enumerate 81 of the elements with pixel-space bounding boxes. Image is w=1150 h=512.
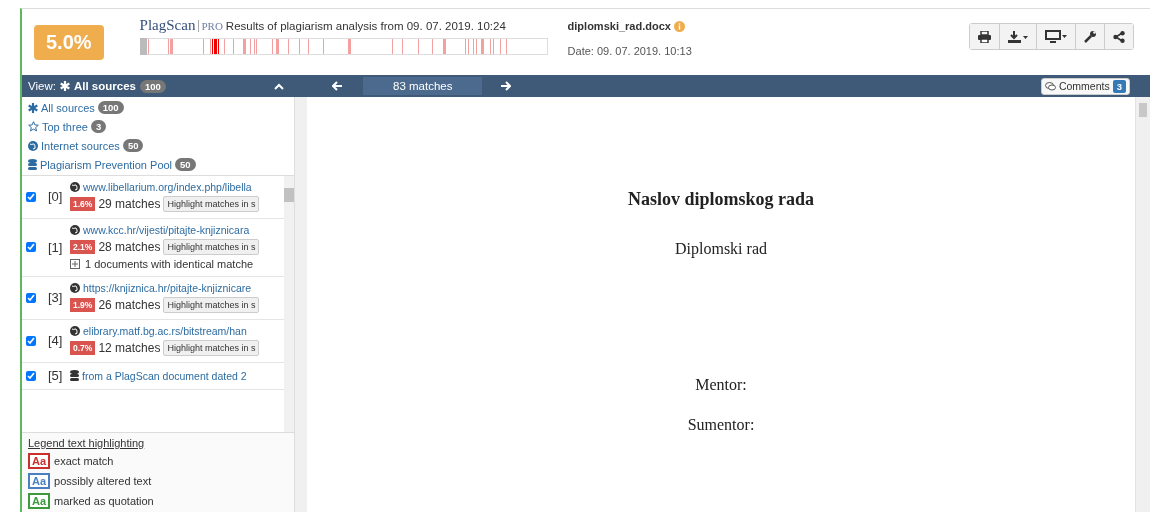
scrollbar[interactable] — [1135, 97, 1150, 512]
speech-bubbles-icon — [1044, 81, 1056, 91]
edition-label: PRO — [198, 20, 223, 32]
upload-date: Date: 09. 07. 2019. 10:13 — [567, 45, 692, 57]
source-link[interactable]: from a PlagScan document dated 2 — [82, 369, 247, 382]
source-checkbox[interactable] — [26, 292, 36, 303]
match-count: 26 matches — [98, 298, 161, 312]
database-icon — [70, 370, 79, 381]
source-checkbox[interactable] — [26, 370, 36, 381]
match-percentage: 1.6% — [70, 197, 96, 211]
globe-icon — [70, 326, 80, 336]
source-checkbox[interactable] — [26, 191, 36, 202]
match-percentage: 1.9% — [70, 298, 96, 312]
comments-button[interactable]: Comments 3 — [1040, 77, 1130, 95]
filter-count: 100 — [97, 101, 124, 114]
identical-documents[interactable]: 1 documents with identical matche — [85, 258, 254, 270]
source-index: [4] — [48, 333, 64, 348]
document-line: Sumentor: — [687, 416, 755, 434]
match-percentage: 0.7% — [70, 341, 96, 355]
source-index: [1] — [48, 239, 64, 255]
view-label: View: — [28, 80, 56, 92]
highlight-button[interactable]: Highlight matches in s — [163, 340, 260, 356]
match-percentage: 2.1% — [70, 240, 96, 254]
filter-count: 50 — [175, 158, 196, 171]
source-checkbox[interactable] — [26, 242, 36, 252]
source-filter[interactable]: Top three — [42, 120, 88, 133]
analysis-title: Results of plagiarism analysis from 09. 07. 2019. 10:24 — [225, 20, 506, 32]
previous-match-icon[interactable] — [332, 81, 343, 91]
monitor-icon — [1045, 30, 1067, 43]
match-counter: 83 matches — [363, 77, 483, 95]
next-match-icon[interactable] — [500, 81, 512, 91]
download-icon — [1008, 30, 1028, 43]
file-name: diplomski_rad.docx — [567, 20, 671, 32]
database-icon — [28, 159, 37, 170]
star-icon — [28, 121, 39, 132]
match-count: 29 matches — [98, 197, 161, 211]
expand-icon[interactable] — [70, 259, 80, 269]
globe-icon — [28, 140, 38, 151]
source-link[interactable]: https://knjiznica.hr/pitajte-knjiznicare — [83, 282, 252, 294]
plagiarism-score: 5.0% — [34, 25, 104, 60]
source-index: [0] — [48, 189, 64, 204]
legend-label: marked as quotation — [54, 495, 154, 507]
globe-icon — [70, 182, 80, 192]
source-index: [3] — [48, 290, 64, 305]
highlight-sample: Aa — [28, 473, 51, 489]
document-line: Mentor: — [695, 376, 747, 394]
match-count: 28 matches — [98, 240, 161, 254]
highlight-sample: Aa — [28, 493, 51, 509]
source-checkbox[interactable] — [26, 335, 36, 346]
asterisk-icon — [59, 81, 70, 91]
source-filter[interactable]: All sources — [41, 101, 95, 114]
globe-icon — [70, 283, 80, 293]
source-link[interactable]: elibrary.matf.bg.ac.rs/bitstream/han — [83, 325, 247, 337]
legend-title: Legend text highlighting — [28, 437, 146, 449]
collapse-icon[interactable] — [274, 82, 284, 90]
view-selection[interactable]: All sources — [73, 80, 136, 92]
highlight-button[interactable]: Highlight matches in s — [163, 239, 260, 255]
document-title: Naslov diplomskog rada — [627, 189, 814, 210]
highlight-button[interactable]: Highlight matches in s — [163, 196, 260, 212]
source-filter[interactable]: Internet sources — [41, 139, 120, 152]
filter-count: 50 — [122, 139, 144, 152]
highlight-button[interactable]: Highlight matches in s — [163, 297, 260, 313]
filter-count: 3 — [90, 120, 107, 133]
asterisk-icon — [28, 102, 38, 113]
source-filter[interactable]: Plagiarism Prevention Pool — [40, 158, 173, 171]
brand-logo: PlagScan — [139, 17, 196, 34]
source-index: [5] — [48, 368, 64, 383]
document-subtitle: Diplomski rad — [675, 240, 767, 258]
share-icon — [1113, 30, 1125, 43]
source-count: 100 — [139, 79, 166, 93]
legend-label: exact match — [54, 455, 114, 467]
match-count: 12 matches — [98, 341, 161, 355]
wrench-icon — [1084, 30, 1096, 43]
source-link[interactable]: www.kcc.hr/vijesti/pitajte-knjiznicara — [83, 224, 250, 236]
printer-icon — [978, 30, 991, 43]
legend-label: possibly altered text — [54, 475, 152, 487]
globe-icon — [70, 225, 80, 235]
share-button[interactable] — [1104, 24, 1133, 49]
source-link[interactable]: www.libellarium.org/index.php/libella — [83, 181, 252, 193]
scrollbar[interactable] — [284, 176, 294, 432]
highlight-sample: Aa — [28, 453, 51, 469]
